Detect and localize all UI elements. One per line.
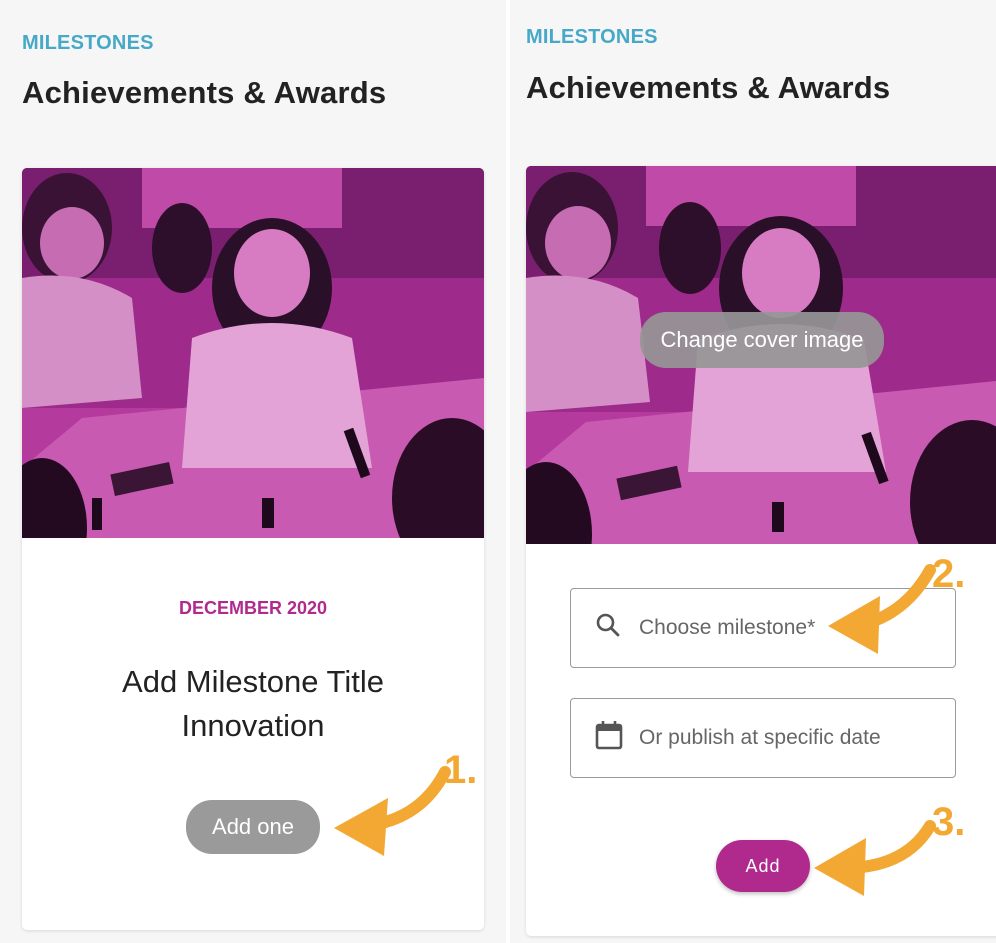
- milestone-title: Add Milestone Title Innovation: [22, 660, 484, 748]
- annotation-step-3: 3.: [932, 800, 966, 844]
- annotation-step-2: 2.: [932, 552, 966, 596]
- milestone-title-line: Add Milestone Title: [122, 664, 384, 699]
- search-icon: [595, 612, 621, 644]
- section-eyebrow: MILESTONES: [22, 32, 154, 54]
- milestone-title-line: Innovation: [181, 708, 325, 743]
- page-title: Achievements & Awards: [526, 70, 891, 105]
- publish-date-placeholder: Or publish at specific date: [639, 726, 881, 749]
- publish-date-field[interactable]: Or publish at specific date: [570, 698, 956, 778]
- annotation-step-1: 1.: [444, 748, 478, 792]
- cover-image: [22, 168, 484, 538]
- milestone-edit-card: Change cover image Choose milestone* Or …: [526, 166, 996, 936]
- add-button[interactable]: Add: [716, 840, 810, 892]
- choose-milestone-field[interactable]: Choose milestone*: [570, 588, 956, 668]
- milestone-card: DECEMBER 2020 Add Milestone Title Innova…: [22, 168, 484, 930]
- calendar-icon: [595, 720, 623, 756]
- change-cover-image-button[interactable]: Change cover image: [640, 312, 884, 368]
- page-title: Achievements & Awards: [22, 75, 387, 110]
- section-eyebrow: MILESTONES: [526, 26, 658, 48]
- milestones-panel-left: MILESTONES Achievements & Awards DECEMBE…: [0, 0, 506, 943]
- milestone-date: DECEMBER 2020: [178, 598, 328, 618]
- add-one-button[interactable]: Add one: [186, 800, 320, 854]
- choose-milestone-placeholder: Choose milestone*: [639, 616, 816, 639]
- milestones-panel-right: MILESTONES Achievements & Awards Change …: [510, 0, 996, 943]
